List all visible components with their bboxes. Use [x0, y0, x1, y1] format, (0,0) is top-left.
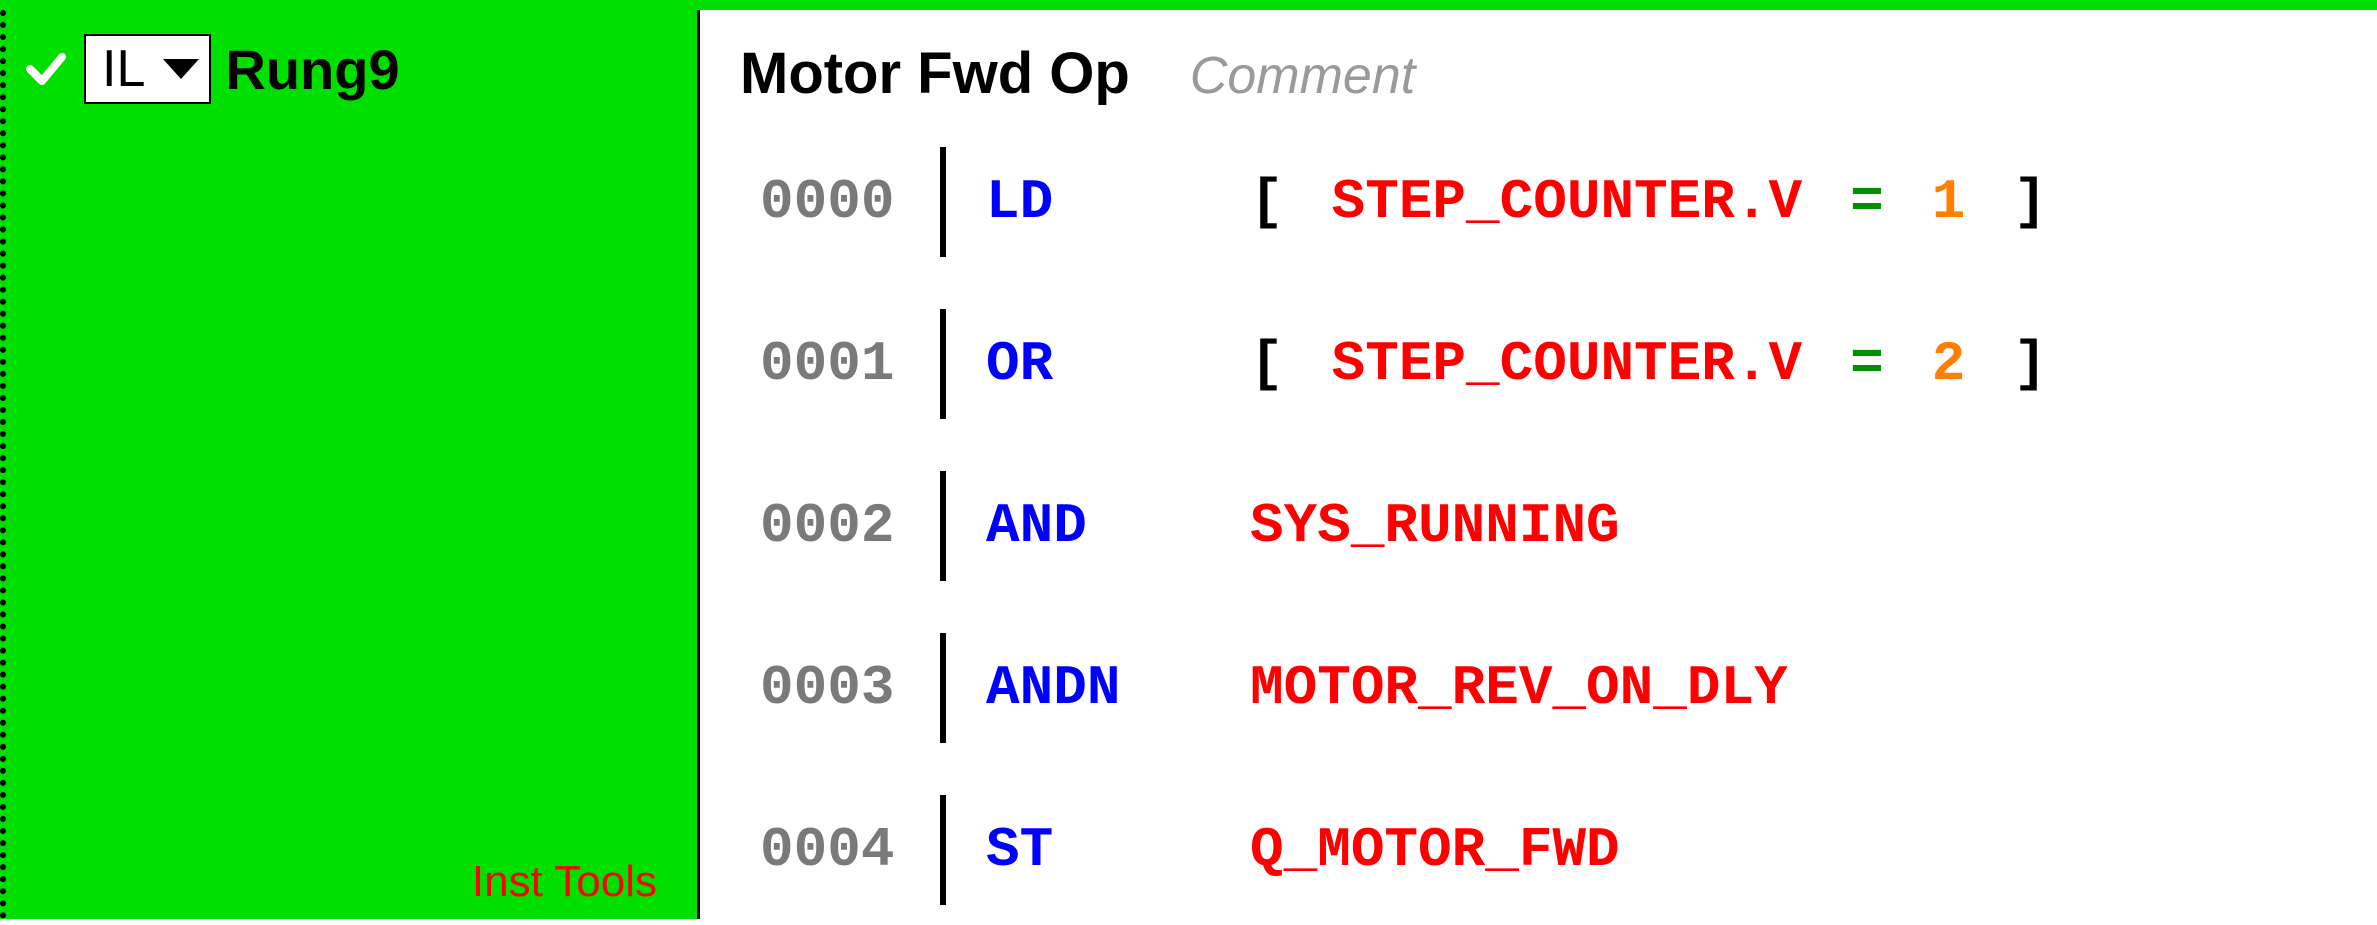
- code-line[interactable]: 0002 ANDSYS_RUNNING: [740, 451, 2377, 601]
- opcode: ANDN: [986, 656, 1226, 720]
- token: =: [1826, 332, 1908, 396]
- opcode: LD: [986, 170, 1226, 234]
- token: SYS_RUNNING: [1226, 494, 1644, 558]
- rung-title[interactable]: Motor Fwd Op: [740, 40, 1130, 107]
- line-number: 0003: [740, 656, 940, 720]
- opcode: ST: [986, 818, 1226, 882]
- code-line[interactable]: 0001 OR[STEP_COUNTER.V=2]: [740, 289, 2377, 439]
- code-line[interactable]: 0000 LD[STEP_COUNTER.V=1]: [740, 127, 2377, 277]
- token: Q_MOTOR_FWD: [1226, 818, 1644, 882]
- token: STEP_COUNTER.V: [1308, 170, 1826, 234]
- line-number: 0000: [740, 170, 940, 234]
- line-number: 0004: [740, 818, 940, 882]
- token: [: [1226, 332, 1308, 396]
- token: [: [1226, 170, 1308, 234]
- line-separator: [940, 471, 946, 581]
- language-select-value: IL: [102, 39, 145, 99]
- opcode: AND: [986, 494, 1226, 558]
- il-code-area[interactable]: 0000LD[STEP_COUNTER.V=1]0001OR[STEP_COUN…: [740, 127, 2377, 925]
- token: 1: [1908, 170, 1990, 234]
- code-line[interactable]: 0003 ANDNMOTOR_REV_ON_DLY: [740, 613, 2377, 763]
- editor-root: IL Rung9 Inst Tools Motor Fwd Op Comment…: [0, 0, 2377, 919]
- rung-header: IL Rung9: [6, 10, 697, 104]
- line-separator: [940, 147, 946, 257]
- token: ]: [1989, 332, 2071, 396]
- token: ]: [1989, 170, 2071, 234]
- operand: [STEP_COUNTER.V=1]: [1226, 170, 2071, 234]
- code-panel: Motor Fwd Op Comment 0000LD[STEP_COUNTER…: [700, 10, 2377, 919]
- validated-check-icon: [22, 45, 70, 93]
- token: MOTOR_REV_ON_DLY: [1226, 656, 1812, 720]
- line-separator: [940, 309, 946, 419]
- chevron-down-icon: [163, 59, 199, 79]
- language-select[interactable]: IL: [84, 34, 211, 104]
- code-line[interactable]: 0004 STQ_MOTOR_FWD: [740, 775, 2377, 925]
- operand: SYS_RUNNING: [1226, 494, 1644, 558]
- operand: [STEP_COUNTER.V=2]: [1226, 332, 2071, 396]
- line-number: 0002: [740, 494, 940, 558]
- token: =: [1826, 170, 1908, 234]
- rung-label[interactable]: Rung9: [225, 37, 399, 102]
- operand: Q_MOTOR_FWD: [1226, 818, 1644, 882]
- line-number: 0001: [740, 332, 940, 396]
- rung-title-row: Motor Fwd Op Comment: [740, 10, 2377, 127]
- opcode: OR: [986, 332, 1226, 396]
- rung-comment-placeholder[interactable]: Comment: [1190, 46, 1415, 106]
- rung-gutter[interactable]: IL Rung9 Inst Tools: [0, 10, 700, 919]
- token: STEP_COUNTER.V: [1308, 332, 1826, 396]
- line-separator: [940, 795, 946, 905]
- token: 2: [1908, 332, 1990, 396]
- watermark-text: Inst Tools: [472, 857, 657, 907]
- operand: MOTOR_REV_ON_DLY: [1226, 656, 1812, 720]
- line-separator: [940, 633, 946, 743]
